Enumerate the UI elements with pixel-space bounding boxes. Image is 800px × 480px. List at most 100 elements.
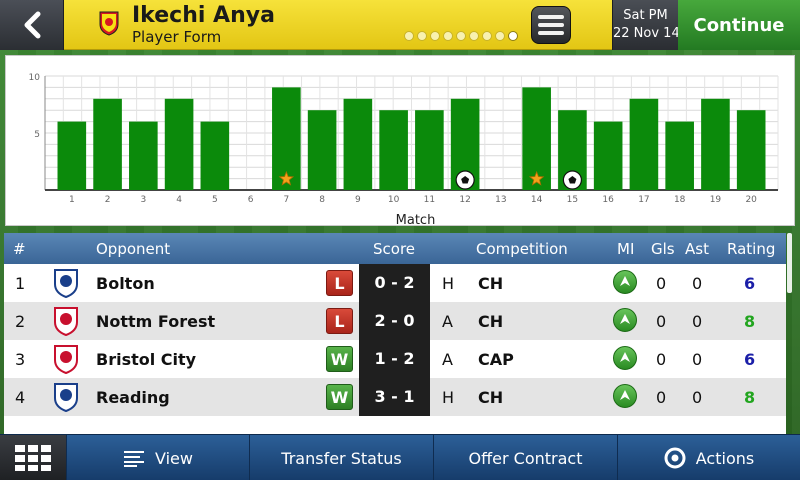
match-info-icon[interactable] [613,384,637,408]
competition: CH [478,388,504,407]
transfer-status-button[interactable]: Transfer Status [249,435,433,480]
result-badge: W [326,384,353,410]
row-number: 2 [15,312,26,331]
competition: CH [478,274,504,293]
match-table: # Opponent Score Competition MI Gls Ast … [4,233,786,434]
page-dot[interactable] [508,31,518,41]
opponent-crest-icon [53,382,79,413]
x-tick-label: 9 [355,195,361,205]
bar [379,110,408,190]
page-dot[interactable] [495,31,505,41]
page-dot[interactable] [404,31,414,41]
x-tick-label: 7 [283,195,289,205]
player-form-chart: 5 10 1 2 3 4 5 6 7 8 9 10 11 12 13 14 15 16 17 18 19 20 Match [5,55,795,227]
table-row[interactable]: 4 Reading W 3 - 1 H CH 0 0 8 [4,378,786,416]
table-row[interactable]: 3 Bristol City W 1 - 2 A CAP 0 0 6 [4,340,786,378]
opponent-name[interactable]: Reading [96,388,170,407]
col-header-score[interactable]: Score [373,240,415,258]
table-row[interactable]: 2 Nottm Forest L 2 - 0 A CH 0 0 8 [4,302,786,340]
goals: 0 [656,312,667,331]
col-header-opponent[interactable]: Opponent [96,240,170,258]
rating: 8 [744,388,756,407]
match-score[interactable]: 0 - 2 [359,264,430,302]
bar [343,98,373,190]
assists: 0 [692,274,703,293]
date-day: Sat PM [623,8,668,23]
x-tick-label: 8 [319,195,325,205]
bar [57,121,87,190]
actions-button[interactable]: Actions [617,435,800,480]
table-header: # Opponent Score Competition MI Gls Ast … [4,233,786,264]
col-header-gls[interactable]: Gls [651,240,675,258]
opponent-name[interactable]: Bolton [96,274,155,293]
x-tick-label: 18 [674,195,686,205]
col-header-rating[interactable]: Rating [727,240,775,258]
transfer-status-label: Transfer Status [281,448,402,468]
col-header-mi[interactable]: MI [617,240,634,258]
page-indicator [404,31,518,41]
offer-contract-label: Offer Contract [468,448,583,468]
match-score[interactable]: 3 - 1 [359,378,430,416]
x-tick-label: 16 [602,195,614,205]
row-number: 3 [15,350,26,369]
menu-icon [538,15,564,19]
table-scrollbar[interactable] [787,233,792,293]
assists: 0 [692,312,703,331]
bar [736,110,766,190]
col-header-ast[interactable]: Ast [685,240,709,258]
match-score[interactable]: 2 - 0 [359,302,430,340]
opponent-crest-icon [53,306,79,337]
goals: 0 [656,274,667,293]
goals: 0 [656,350,667,369]
title-panel: Ikechi Anya Player Form [64,0,612,50]
x-tick-label: 20 [745,195,757,205]
page-dot[interactable] [469,31,479,41]
rating: 6 [744,350,756,369]
x-tick-label: 17 [638,195,649,205]
page-dot[interactable] [456,31,466,41]
row-number: 1 [15,274,26,293]
page-dot[interactable] [443,31,453,41]
bar [200,121,230,190]
x-tick-label: 19 [710,195,722,205]
bar [307,110,337,190]
x-tick-label: 5 [212,195,218,205]
col-header-num[interactable]: # [13,240,26,258]
match-info-icon[interactable] [613,270,637,294]
bar [701,98,730,190]
bar [629,98,659,190]
bar [164,98,194,190]
bar [593,121,623,190]
date-display[interactable]: Sat PM 22 Nov 14 [612,0,680,50]
menu-button[interactable] [531,6,571,44]
view-label: View [155,448,193,468]
back-button[interactable] [0,0,64,50]
screen-title: Player Form [132,28,222,46]
result-badge: L [326,270,353,296]
opponent-name[interactable]: Bristol City [96,350,196,369]
competition: CAP [478,350,514,369]
target-icon [664,447,686,469]
opponent-name[interactable]: Nottm Forest [96,312,215,331]
player-name: Ikechi Anya [132,3,275,28]
page-dot[interactable] [417,31,427,41]
main-menu-button[interactable] [0,435,66,480]
page-dot[interactable] [430,31,440,41]
x-tick-label: 13 [495,195,506,205]
goals: 0 [656,388,667,407]
assists: 0 [692,388,703,407]
page-dot[interactable] [482,31,492,41]
top-bar: Ikechi Anya Player Form Sat PM 22 Nov 14… [0,0,800,50]
match-info-icon[interactable] [613,346,637,370]
x-axis-title: Match [396,213,436,227]
offer-contract-button[interactable]: Offer Contract [433,435,617,480]
col-header-competition[interactable]: Competition [476,240,568,258]
continue-button[interactable]: Continue [678,0,800,50]
date-date: 22 Nov 14 [613,26,680,41]
table-row[interactable]: 1 Bolton L 0 - 2 H CH 0 0 6 [4,264,786,302]
match-score[interactable]: 1 - 2 [359,340,430,378]
x-tick-label: 15 [567,195,578,205]
view-button[interactable]: View [66,435,249,480]
match-info-icon[interactable] [613,308,637,332]
actions-label: Actions [695,448,755,468]
